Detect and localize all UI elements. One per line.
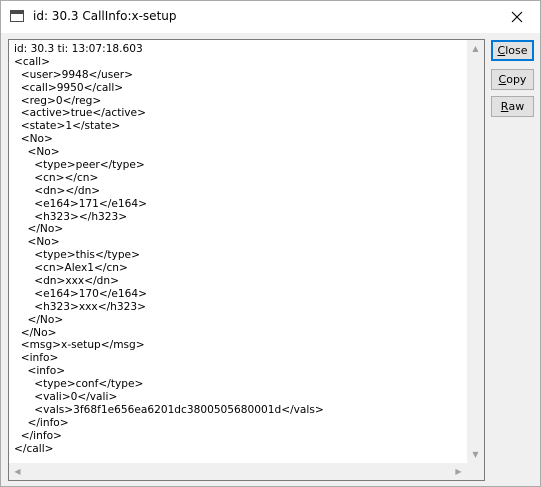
call-info-text[interactable]: id: 30.3 ti: 13:07:18.603 <call> <user>99… bbox=[14, 43, 464, 461]
text-line: <user>9948</user> bbox=[14, 68, 133, 81]
text-line: <call>9950</call> bbox=[14, 81, 124, 94]
title-bar[interactable]: id: 30.3 CallInfo:x-setup bbox=[1, 1, 540, 33]
text-line: <dn>xxx</dn> bbox=[14, 275, 119, 288]
text-line: <e164>170</e164> bbox=[14, 287, 147, 300]
close-x-icon bbox=[511, 11, 523, 23]
scroll-up-arrow-icon[interactable]: ▲ bbox=[467, 40, 484, 57]
text-line: </No> bbox=[14, 223, 64, 236]
text-line: <No> bbox=[14, 236, 60, 249]
text-line: <active>true</active> bbox=[14, 107, 146, 120]
copy-button-mnemonic: C bbox=[498, 73, 507, 86]
text-line: <reg>0</reg> bbox=[14, 94, 102, 107]
close-window-button[interactable] bbox=[494, 1, 540, 33]
dialog-window: id: 30.3 CallInfo:x-setup id: 30.3 ti: 1… bbox=[0, 0, 541, 487]
text-line: <vali>0</vali> bbox=[14, 391, 118, 404]
copy-button[interactable]: Copy bbox=[491, 69, 534, 90]
text-line: <No> bbox=[14, 133, 53, 146]
text-line: </info> bbox=[14, 416, 69, 429]
raw-button[interactable]: Raw bbox=[491, 96, 534, 117]
text-line: <h323></h323> bbox=[14, 210, 128, 223]
window-title: id: 30.3 CallInfo:x-setup bbox=[33, 9, 177, 23]
close-button-label: lose bbox=[505, 44, 528, 57]
text-line: <e164>171</e164> bbox=[14, 197, 147, 210]
text-line: id: 30.3 ti: 13:07:18.603 bbox=[14, 43, 143, 55]
scrollbar-corner bbox=[467, 463, 484, 480]
text-line: <msg>x-setup</msg> bbox=[14, 339, 145, 352]
window-app-icon bbox=[10, 10, 24, 22]
scroll-right-arrow-icon[interactable]: ▶ bbox=[450, 463, 467, 480]
scroll-down-arrow-icon[interactable]: ▼ bbox=[467, 446, 484, 463]
horizontal-scrollbar[interactable]: ◀ ▶ bbox=[9, 463, 467, 480]
text-line: <type>conf</type> bbox=[14, 378, 144, 391]
scroll-left-arrow-icon[interactable]: ◀ bbox=[9, 463, 26, 480]
vertical-scrollbar[interactable]: ▲ ▼ bbox=[467, 40, 484, 463]
text-line: <No> bbox=[14, 146, 60, 159]
call-info-textarea[interactable]: id: 30.3 ti: 13:07:18.603 <call> <user>99… bbox=[8, 39, 485, 481]
text-line: <info> bbox=[14, 365, 66, 378]
text-line: <state>1</state> bbox=[14, 120, 121, 133]
text-line: <type>peer</type> bbox=[14, 159, 145, 172]
text-line: <type>this</type> bbox=[14, 249, 140, 262]
text-line: <info> bbox=[14, 352, 59, 365]
text-line: </No> bbox=[14, 326, 57, 339]
raw-button-label: aw bbox=[508, 100, 525, 113]
copy-button-label: opy bbox=[506, 73, 527, 86]
text-line: <dn></dn> bbox=[14, 184, 101, 197]
text-line: <call> bbox=[14, 55, 50, 68]
text-line: <cn>Alex1</cn> bbox=[14, 262, 128, 275]
raw-button-mnemonic: R bbox=[500, 100, 509, 113]
close-button-mnemonic: C bbox=[497, 44, 506, 57]
text-line: <h323>xxx</h323> bbox=[14, 300, 146, 313]
close-button[interactable]: Close bbox=[491, 40, 534, 61]
text-line: </info> bbox=[14, 429, 62, 442]
text-line: <vals>3f68f1e656ea6201dc3800505680001d</… bbox=[14, 403, 324, 416]
text-line: </call> bbox=[14, 442, 54, 455]
text-line: </No> bbox=[14, 313, 64, 326]
text-line: <cn></cn> bbox=[14, 171, 99, 184]
